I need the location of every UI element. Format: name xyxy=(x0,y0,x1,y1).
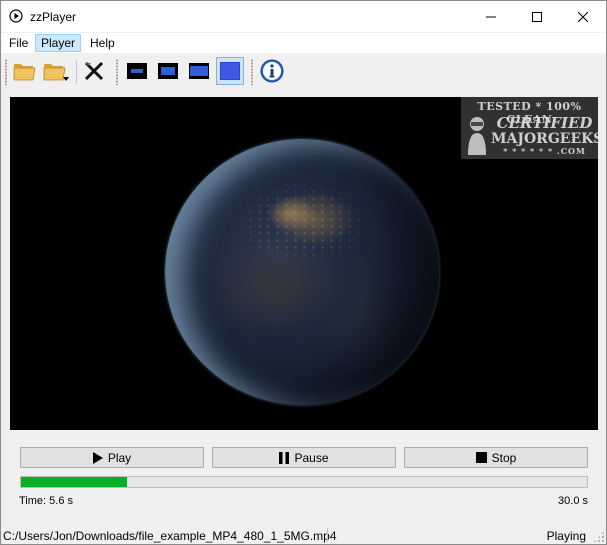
play-icon xyxy=(92,451,103,464)
open-recent-button[interactable] xyxy=(42,57,70,85)
menu-player[interactable]: Player xyxy=(35,34,82,52)
title-bar: zzPlayer xyxy=(1,1,606,32)
watermark-line-brand: MAJORGEEKS xyxy=(491,131,598,147)
view-medium-button[interactable] xyxy=(154,57,182,85)
toolbar xyxy=(1,54,606,90)
toolbar-grip[interactable] xyxy=(116,59,118,85)
menu-bar: File Player Help xyxy=(1,33,606,53)
view-small-button[interactable] xyxy=(123,57,151,85)
app-window: zzPlayer File Player Help TESTED * 100% … xyxy=(0,0,607,545)
view-full-button[interactable] xyxy=(216,57,244,85)
majorgeeks-watermark: TESTED * 100% CLEAN CERTIFIED MAJORGEEKS… xyxy=(461,97,598,159)
pause-button[interactable]: Pause xyxy=(212,447,396,468)
video-display[interactable]: TESTED * 100% CLEAN CERTIFIED MAJORGEEKS… xyxy=(10,97,598,430)
video-frame-shadow xyxy=(165,139,439,405)
view-small-icon xyxy=(127,63,147,79)
maximize-icon xyxy=(532,11,542,22)
status-bar: C:/Users/Jon/Downloads/file_example_MP4_… xyxy=(1,526,606,544)
close-file-icon xyxy=(84,61,104,81)
total-time-label: 30.0 s xyxy=(558,495,588,507)
view-medium-icon xyxy=(158,63,178,79)
close-window-button[interactable] xyxy=(560,1,606,32)
maximize-button[interactable] xyxy=(514,1,560,32)
info-icon xyxy=(260,59,284,83)
close-icon xyxy=(578,11,588,22)
menu-file[interactable]: File xyxy=(4,34,33,52)
pause-button-label: Pause xyxy=(294,450,329,465)
stop-button-label: Stop xyxy=(491,450,517,465)
window-title: zzPlayer xyxy=(30,10,77,24)
view-large-icon xyxy=(189,63,209,79)
toolbar-grip[interactable] xyxy=(251,59,253,85)
toolbar-separator xyxy=(76,60,77,84)
minimize-button[interactable] xyxy=(468,1,514,32)
open-recent-folder-icon xyxy=(43,64,69,81)
status-file-path: C:/Users/Jon/Downloads/file_example_MP4_… xyxy=(3,529,337,543)
stop-icon xyxy=(475,452,487,463)
resize-grip[interactable] xyxy=(593,531,605,543)
minimize-icon xyxy=(486,16,496,17)
play-button-label: Play xyxy=(107,450,132,465)
open-file-button[interactable] xyxy=(11,57,39,85)
open-folder-icon xyxy=(13,64,36,81)
menu-help[interactable]: Help xyxy=(85,34,120,52)
close-file-button[interactable] xyxy=(80,57,108,85)
playback-progress-fill xyxy=(21,477,127,487)
current-time-label: Time: 5.6 s xyxy=(19,495,73,507)
play-button[interactable]: Play xyxy=(20,447,204,468)
status-playback-state: Playing xyxy=(546,529,586,543)
info-button[interactable] xyxy=(258,57,286,85)
status-divider xyxy=(327,528,328,542)
view-large-button[interactable] xyxy=(185,57,213,85)
stop-button[interactable]: Stop xyxy=(404,447,588,468)
pause-icon xyxy=(279,451,290,464)
watermark-line-domain: * * * * * * .COM xyxy=(503,146,586,156)
playback-progress-bar[interactable] xyxy=(20,476,588,488)
toolbar-grip[interactable] xyxy=(5,59,7,85)
watermark-line-certified: CERTIFIED xyxy=(496,114,593,132)
view-full-icon xyxy=(220,62,240,80)
play-circle-icon xyxy=(9,9,23,23)
